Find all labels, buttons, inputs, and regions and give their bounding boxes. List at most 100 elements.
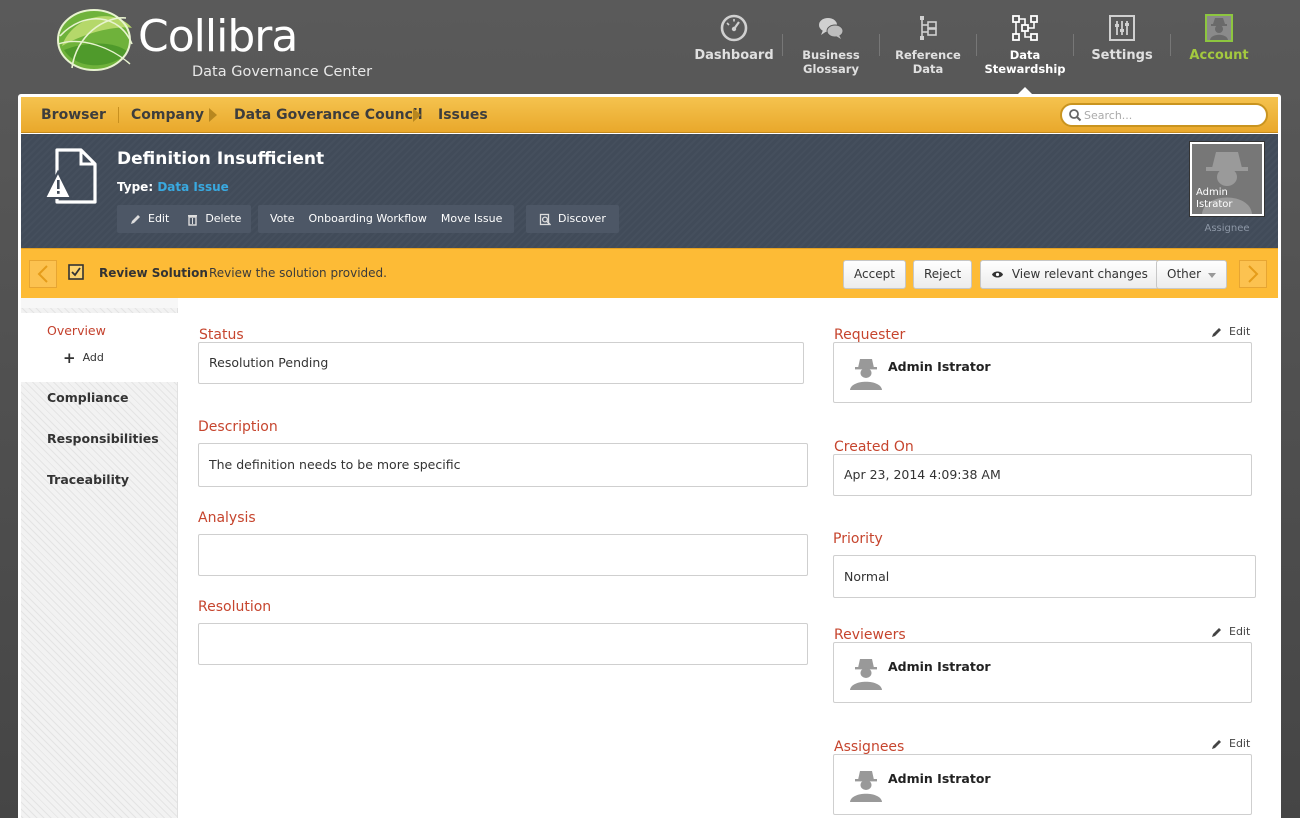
nav-settings-label: Settings — [1091, 48, 1153, 63]
task-title: Review Solution — [99, 266, 208, 280]
sidebar-item-compliance[interactable]: Compliance — [47, 390, 129, 405]
move-issue-button[interactable]: Move Issue — [434, 205, 509, 233]
workflow-actions-group: Vote Onboarding Workflow Move Issue — [258, 205, 515, 233]
nav-account[interactable]: Account — [1171, 8, 1267, 92]
search-input[interactable] — [1084, 106, 1260, 124]
view-relevant-changes-label: View relevant changes — [1011, 267, 1148, 281]
view-relevant-changes-button[interactable]: View relevant changes — [980, 260, 1159, 289]
nav-data-stewardship[interactable]: Data Stewardship — [977, 8, 1073, 96]
assignees-edit-link[interactable]: Edit — [1211, 737, 1250, 750]
sidebar-item-overview[interactable]: Overview — [47, 323, 106, 338]
settings-sliders-icon — [1109, 15, 1135, 41]
description-field[interactable]: The definition needs to be more specific — [198, 443, 808, 487]
nav-dashboard[interactable]: Dashboard — [686, 8, 782, 92]
trash-icon — [188, 214, 198, 226]
account-avatar-icon — [1205, 14, 1233, 42]
vote-button[interactable]: Vote — [263, 205, 301, 233]
resolution-field[interactable] — [198, 623, 808, 665]
breadcrumb-data-governance-council[interactable]: Data Goverance Council — [234, 97, 423, 133]
nav-business-glossary[interactable]: Business Glossary — [783, 8, 879, 92]
breadcrumb-issues[interactable]: Issues — [438, 97, 488, 133]
onboarding-workflow-button[interactable]: Onboarding Workflow — [301, 205, 433, 233]
reviewer-name: Admin Istrator — [888, 659, 991, 674]
status-field[interactable]: Resolution Pending — [198, 342, 804, 384]
breadcrumb: Browser Company Data Goverance Council I… — [21, 97, 1278, 133]
nav-reference-data[interactable]: Reference Data — [880, 8, 976, 92]
assignee-avatar[interactable]: Admin Istrator — [1189, 141, 1265, 217]
main-nav: Dashboard Business Glossary Reference Da… — [686, 8, 1267, 96]
assignee-name-last: Istrator — [1196, 199, 1233, 210]
collibra-logo[interactable]: Collibra Data Governance Center — [54, 6, 384, 82]
requester-name: Admin Istrator — [888, 359, 991, 374]
search-icon — [1069, 109, 1082, 122]
asset-header: Definition Insufficient Type: Data Issue… — [21, 134, 1278, 248]
breadcrumb-divider — [118, 107, 119, 123]
pencil-icon — [1212, 327, 1221, 337]
reviewers-edit-link[interactable]: Edit — [1211, 625, 1250, 638]
assignee-caption: Assignee — [1204, 223, 1250, 234]
asset-type: Type: Data Issue — [117, 180, 229, 194]
discover-magnifier-icon — [539, 213, 552, 226]
top-header: Collibra Data Governance Center Dashboar… — [0, 0, 1300, 96]
asset-type-link[interactable]: Data Issue — [157, 180, 229, 194]
requester-field[interactable]: Admin Istrator — [833, 342, 1252, 403]
logo-wordmark: Collibra — [138, 11, 298, 62]
discover-button-label: Discover — [558, 212, 606, 225]
assignees-field[interactable]: Admin Istrator — [833, 754, 1252, 815]
asset-type-label: Type: — [117, 180, 154, 194]
description-label: Description — [198, 419, 278, 435]
data-stewardship-icon — [1012, 15, 1038, 41]
nav-reference-data-line2: Data — [912, 62, 944, 76]
other-dropdown[interactable]: Other — [1156, 260, 1227, 289]
analysis-field[interactable] — [198, 534, 808, 576]
reviewers-label: Reviewers — [834, 627, 906, 643]
nav-account-label: Account — [1189, 48, 1249, 63]
speech-bubbles-icon — [819, 18, 844, 39]
breadcrumb-chevron-icon — [209, 108, 217, 122]
nav-business-glossary-line2: Glossary — [803, 62, 859, 76]
reviewers-field[interactable]: Admin Istrator — [833, 642, 1252, 703]
nav-business-glossary-line1: Business — [802, 48, 860, 62]
sidebar: Overview + Add Compliance Responsibiliti… — [21, 298, 178, 818]
task-checkbox-icon — [68, 264, 84, 280]
pencil-icon — [131, 214, 140, 224]
priority-field[interactable]: Normal — [833, 555, 1256, 598]
nav-settings[interactable]: Settings — [1074, 8, 1170, 92]
user-silhouette-icon — [850, 771, 882, 802]
collibra-logo-icon — [57, 9, 133, 71]
delete-button-label: Delete — [205, 212, 242, 225]
created-on-field[interactable]: Apr 23, 2014 4:09:38 AM — [833, 454, 1252, 496]
status-label: Status — [199, 327, 244, 343]
previous-task-button[interactable] — [29, 260, 57, 288]
discover-group: Discover — [526, 205, 619, 233]
pencil-icon — [1212, 627, 1221, 637]
requester-label: Requester — [834, 327, 906, 343]
sidebar-item-traceability[interactable]: Traceability — [47, 472, 129, 487]
sidebar-overview-section: Overview + Add — [21, 313, 178, 382]
requester-edit-link[interactable]: Edit — [1211, 325, 1250, 338]
sidebar-item-responsibilities[interactable]: Responsibilities — [47, 431, 159, 446]
pencil-icon — [1212, 739, 1221, 749]
reject-button[interactable]: Reject — [913, 260, 973, 289]
sidebar-add-button[interactable]: + Add — [63, 350, 104, 365]
search-box — [1060, 103, 1268, 127]
discover-button[interactable]: Discover — [532, 205, 613, 233]
edit-delete-group: Edit Delete — [117, 205, 252, 233]
user-silhouette-icon — [850, 359, 882, 390]
assignee-name-first: Admin — [1196, 187, 1228, 198]
logo-subtitle: Data Governance Center — [192, 64, 373, 80]
created-on-label: Created On — [834, 439, 914, 455]
accept-button[interactable]: Accept — [843, 260, 906, 289]
nav-reference-data-line1: Reference — [895, 48, 961, 62]
chevron-left-icon — [37, 265, 48, 283]
breadcrumb-browser[interactable]: Browser — [41, 97, 106, 133]
delete-button[interactable]: Delete — [176, 205, 251, 233]
priority-label: Priority — [833, 531, 883, 547]
nav-data-stewardship-line1: Data — [1009, 48, 1041, 62]
task-description: Review the solution provided. — [209, 266, 387, 280]
next-task-button[interactable] — [1239, 260, 1267, 288]
edit-button[interactable]: Edit — [117, 205, 176, 233]
assignees-label: Assignees — [834, 739, 905, 755]
breadcrumb-company[interactable]: Company — [131, 97, 204, 133]
chevron-right-icon — [1248, 265, 1259, 283]
